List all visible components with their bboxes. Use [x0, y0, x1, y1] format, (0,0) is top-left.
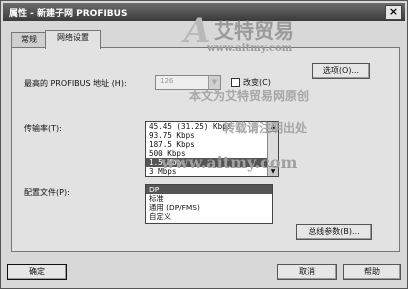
window-title: 属性 - 新建子网 PROFIBUS [9, 9, 128, 19]
highest-address-value: 126 [160, 77, 174, 85]
bus-parameters-button[interactable]: 总线参数(B)... [296, 224, 372, 240]
profile-option[interactable]: 通用 (DP/FMS) [146, 203, 272, 212]
watermark-line1: 本文为艾特贸易网原创 [189, 89, 310, 103]
profile-option-selected[interactable]: DP [146, 185, 272, 194]
baud-rate-label: 传输率(T): [24, 124, 62, 133]
ok-button[interactable]: 确定 [7, 264, 67, 280]
profile-listbox[interactable]: DP 标准 通用 (DP/FMS) 自定义 [145, 184, 273, 224]
tab-network-settings[interactable]: 网络设置 [45, 30, 101, 49]
tab-general[interactable]: 常规 [11, 32, 47, 48]
watermark-url-bottom: www.aitmy.com [161, 153, 298, 172]
profile-option[interactable]: 自定义 [146, 212, 272, 221]
watermark-url-top: www.aitmy.com [207, 43, 293, 54]
baud-rate-option[interactable]: 187.5 Kbps [146, 140, 278, 149]
profile-label: 配置文件(P): [24, 188, 70, 197]
options-button[interactable]: 选项(O)... [312, 63, 370, 79]
highest-address-label: 最高的 PROFIBUS 地址 (H): [24, 79, 127, 88]
properties-dialog: 属性 - 新建子网 PROFIBUS × 常规 网络设置 最高的 PROFIBU… [0, 0, 408, 289]
watermark-brand: 艾特贸易 [214, 19, 294, 43]
network-settings-panel: 最高的 PROFIBUS 地址 (H): 126 ▼ 改变(C) 选项(O)..… [11, 47, 400, 252]
change-checkbox[interactable] [231, 78, 240, 87]
close-button[interactable]: × [385, 5, 402, 20]
watermark-line2: 转载请注明出处 [223, 121, 308, 135]
profile-option[interactable]: 标准 [146, 194, 272, 203]
help-button[interactable]: 帮助 [343, 264, 401, 280]
cancel-button[interactable]: 取消 [277, 264, 337, 280]
